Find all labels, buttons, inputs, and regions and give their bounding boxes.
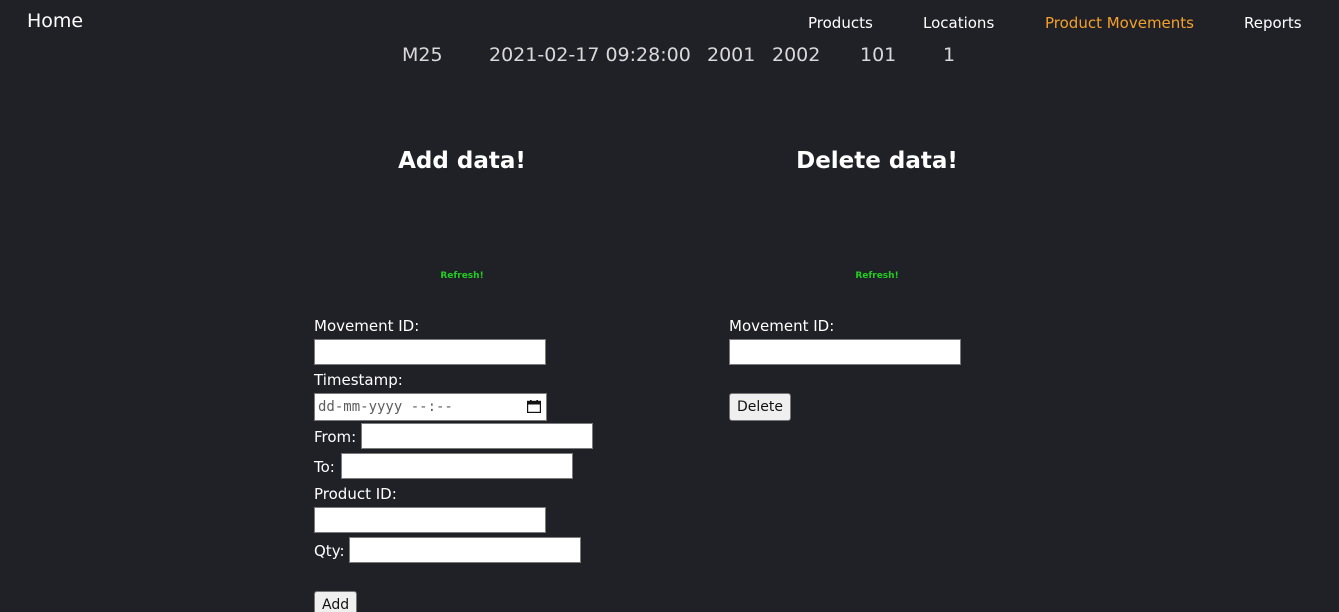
calendar-icon[interactable] <box>527 400 541 413</box>
add-to-label: To: <box>314 458 335 476</box>
nav-link-reports[interactable]: Reports <box>1244 14 1302 32</box>
add-timestamp-input[interactable]: dd-mm-yyyy --:-- <box>314 393 547 421</box>
delete-button[interactable]: Delete <box>729 393 791 421</box>
delete-section-title: Delete data! <box>796 148 958 174</box>
table-cell-to: 2002 <box>772 44 821 66</box>
table-cell-qty: 1 <box>943 44 956 66</box>
nav-link-locations[interactable]: Locations <box>923 14 994 32</box>
page: Home Products Locations Product Movement… <box>0 0 1339 612</box>
nav-link-product-movements[interactable]: Product Movements <box>1045 14 1194 32</box>
timestamp-placeholder: dd-mm-yyyy --:-- <box>318 399 453 415</box>
add-product-id-label: Product ID: <box>314 485 397 503</box>
add-timestamp-label: Timestamp: <box>314 371 403 389</box>
add-product-id-input[interactable] <box>314 507 546 533</box>
add-to-input[interactable] <box>341 453 573 479</box>
table-cell-product-id: 101 <box>860 44 897 66</box>
add-movement-id-label: Movement ID: <box>314 317 420 335</box>
delete-movement-id-label: Movement ID: <box>729 317 835 335</box>
table-cell-movement-id: M25 <box>402 44 443 66</box>
add-qty-input[interactable] <box>349 537 581 563</box>
table-cell-from: 2001 <box>707 44 756 66</box>
navbar: Home Products Locations Product Movement… <box>0 0 1339 46</box>
table-cell-timestamp: 2021-02-17 09:28:00 <box>489 44 691 66</box>
add-qty-label: Qty: <box>314 542 345 560</box>
nav-link-products[interactable]: Products <box>808 14 873 32</box>
add-from-label: From: <box>314 428 357 446</box>
add-button[interactable]: Add <box>314 591 358 612</box>
home-link[interactable]: Home <box>27 10 83 32</box>
add-refresh-link[interactable]: Refresh! <box>362 271 562 281</box>
add-from-input[interactable] <box>361 423 593 449</box>
table-row: M25 2021-02-17 09:28:00 2001 2002 101 1 <box>0 44 1339 68</box>
delete-refresh-link[interactable]: Refresh! <box>777 271 977 281</box>
delete-movement-id-input[interactable] <box>729 339 961 365</box>
add-section-title: Add data! <box>398 148 526 174</box>
add-movement-id-input[interactable] <box>314 339 546 365</box>
